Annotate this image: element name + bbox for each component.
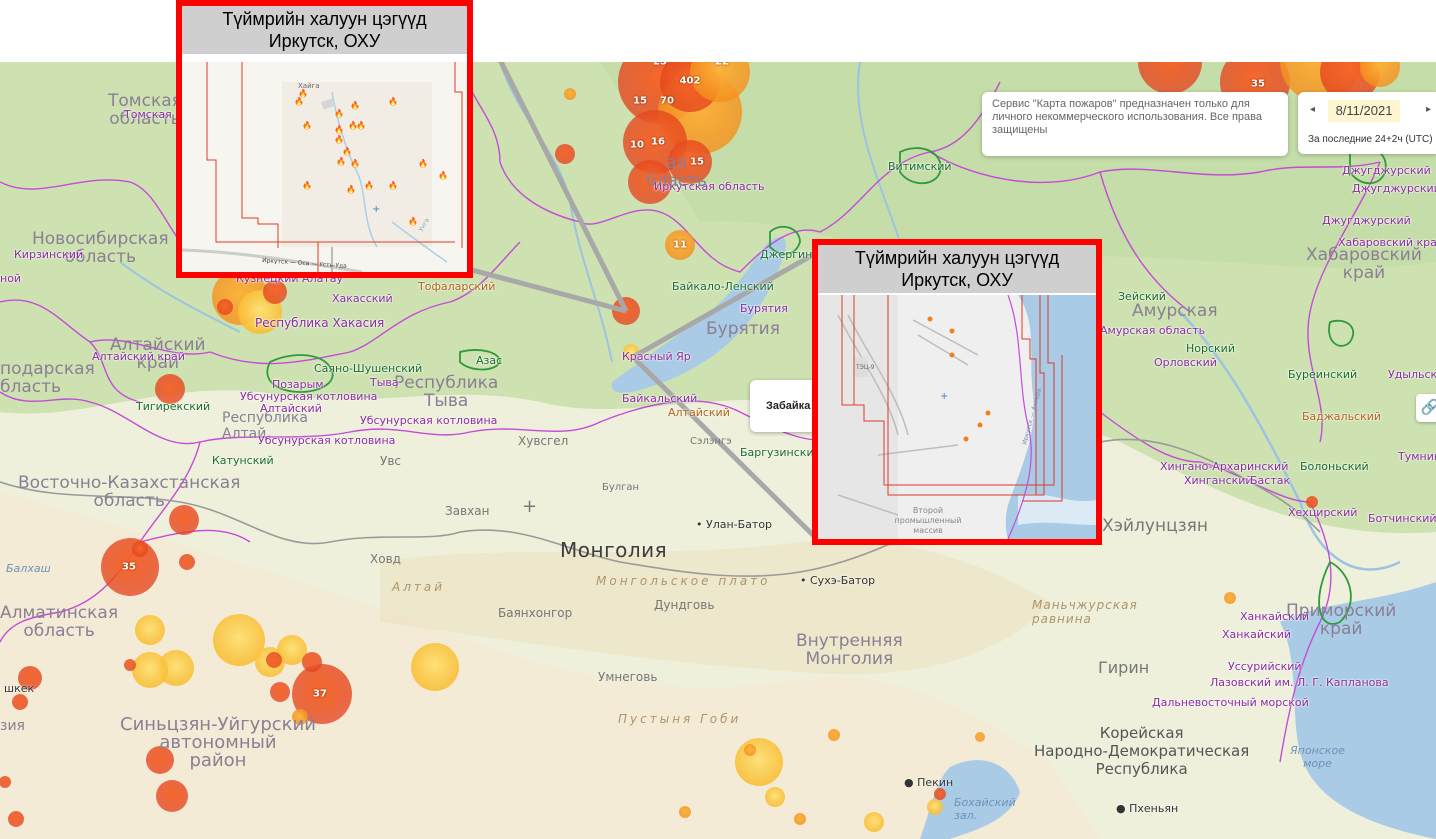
svg-text:🔥: 🔥 (302, 180, 312, 190)
svg-text:🔥: 🔥 (364, 180, 374, 190)
fire-cluster-count[interactable]: 22 (715, 62, 729, 68)
link-icon: 🔗 (1420, 399, 1436, 416)
svg-text:ТЭЦ-9: ТЭЦ-9 (855, 364, 875, 371)
svg-text:🔥: 🔥 (388, 96, 398, 106)
svg-text:🔥: 🔥 (336, 156, 346, 166)
svg-text:+: + (372, 204, 380, 215)
svg-text:🔥: 🔥 (438, 170, 448, 180)
fire-cluster-count[interactable]: 70 (660, 96, 674, 107)
svg-text:🔥: 🔥 (350, 158, 360, 168)
date-control: ◂ 8/11/2021 ▸ За последние 24+2ч (UTC) (1298, 92, 1436, 154)
svg-text:🔥: 🔥 (356, 120, 366, 130)
svg-text:🔥: 🔥 (294, 96, 304, 106)
inset-title-line1: Түймрийн халуун цэгүүд (222, 9, 427, 29)
svg-text:🔥: 🔥 (334, 124, 344, 134)
fire-cluster-count[interactable]: 402 (680, 76, 701, 87)
fire-cluster-count[interactable]: 35 (1251, 79, 1265, 90)
inset-left: Түймрийн халуун цэгүүд Иркутск, ОХУ 🔥 🔥 🔥 … (176, 0, 473, 278)
svg-text:🔥: 🔥 (346, 184, 356, 194)
fire-cluster-count[interactable]: 15 (633, 96, 647, 107)
fire-cluster-count[interactable]: 10 (630, 140, 644, 151)
next-date-button[interactable]: ▸ (1426, 104, 1431, 115)
svg-text:🔥: 🔥 (418, 158, 428, 168)
inset-right: Түймрийн халуун цэгүүд Иркутск, ОХУ ТЭЦ-… (812, 239, 1102, 545)
inset-title-line2: Иркутск, ОХУ (268, 31, 381, 51)
village-label: Хайга (298, 82, 320, 90)
svg-text:🔥: 🔥 (334, 134, 344, 144)
svg-text:🔥: 🔥 (388, 180, 398, 190)
inset-left-title: Түймрийн халуун цэгүүд Иркутск, ОХУ (182, 6, 467, 54)
period-label: За последние 24+2ч (UTC) (1308, 134, 1433, 145)
svg-text:промышленный: промышленный (895, 516, 962, 525)
inset-right-map: ТЭЦ-9 + Второй промышленный массив Иркут… (818, 295, 1096, 539)
svg-text:🔥: 🔥 (342, 146, 352, 156)
fire-cluster-count[interactable]: 25 (653, 62, 667, 68)
fire-cluster-count[interactable]: 16 (651, 137, 665, 148)
svg-text:🔥: 🔥 (334, 108, 344, 118)
fire-cluster-count[interactable]: 11 (673, 240, 687, 251)
inset-right-title: Түймрийн халуун цэгүүд Иркутск, ОХУ (818, 245, 1096, 293)
svg-text:🔥: 🔥 (408, 216, 418, 226)
usage-notice: Сервис "Карта пожаров" предназначен толь… (982, 92, 1288, 156)
inset-left-map: 🔥🔥🔥 🔥 🔥🔥 🔥 🔥🔥 🔥🔥🔥 🔥 🔥🔥 🔥 🔥 🔥 🔥🔥 Хайга + Иркут… (182, 62, 467, 272)
svg-text:массив: массив (913, 526, 943, 535)
fire-cluster-count[interactable]: 15 (690, 157, 704, 168)
svg-text:+: + (940, 391, 948, 402)
inset-title-line2: Иркутск, ОХУ (901, 270, 1013, 290)
link-button[interactable]: 🔗 (1416, 394, 1436, 422)
svg-text:Второй: Второй (913, 506, 943, 515)
inset-title-line1: Түймрийн халуун цэгүүд (854, 248, 1060, 268)
svg-text:🔥: 🔥 (350, 100, 360, 110)
svg-text:🔥: 🔥 (302, 120, 312, 130)
fire-cluster-count[interactable]: 35 (122, 562, 136, 573)
date-display[interactable]: 8/11/2021 (1328, 100, 1400, 122)
prev-date-button[interactable]: ◂ (1310, 104, 1315, 115)
fire-cluster-count[interactable]: 37 (313, 689, 327, 700)
